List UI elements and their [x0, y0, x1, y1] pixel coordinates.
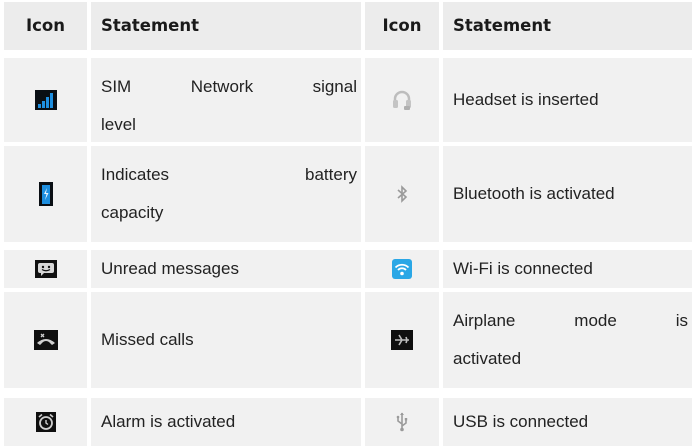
table-row-5-right-statement: USB is connected	[443, 398, 692, 446]
table-row-5-left-statement: Alarm is activated	[91, 398, 361, 446]
table-row-1-right-icon-cell	[365, 58, 439, 142]
table-row-3-left-statement: Unread messages	[91, 250, 361, 288]
airplane-icon	[391, 330, 413, 350]
statement-line-1: SIM Network signal	[101, 77, 357, 96]
table-row-1-left-icon-cell	[4, 58, 87, 142]
wifi-icon	[392, 259, 412, 279]
alarm-icon	[35, 412, 56, 432]
table-row-4-left-icon-cell	[4, 292, 87, 388]
table-row-1-right-statement: Headset is inserted	[443, 58, 692, 142]
statement-line-2: capacity	[101, 203, 164, 222]
headset-icon	[391, 89, 413, 111]
table-row-4-right-statement: Airplane mode is activated	[443, 292, 692, 388]
table-row-2-right-statement: Bluetooth is activated	[443, 146, 692, 242]
table-row-2-right-icon-cell	[365, 146, 439, 242]
header-icon-left: Icon	[4, 2, 87, 50]
statement-line-2: activated	[453, 349, 522, 368]
table-row-5-left-icon-cell	[4, 398, 87, 446]
table-row-4-left-statement: Missed calls	[91, 292, 361, 388]
table-row-3-right-icon-cell	[365, 250, 439, 288]
statement-line-1: Airplane mode is	[453, 311, 688, 330]
table-row-3-left-icon-cell	[4, 250, 87, 288]
table-row-4-right-icon-cell	[365, 292, 439, 388]
statement-line-2: level	[101, 115, 136, 134]
signal-bars-icon	[34, 90, 57, 110]
usb-icon	[395, 412, 409, 432]
statement-line-1: Indicates battery	[101, 165, 357, 184]
message-icon	[34, 260, 57, 278]
table-row-3-right-statement: Wi-Fi is connected	[443, 250, 692, 288]
table-row-2-left-statement: Indicates battery capacity	[91, 146, 361, 242]
table-row-1-left-statement: SIM Network signal level	[91, 58, 361, 142]
battery-icon	[38, 182, 53, 206]
header-statement-left: Statement	[91, 2, 361, 50]
table-row-2-left-icon-cell	[4, 146, 87, 242]
missed-call-icon	[33, 330, 58, 350]
table-row-5-right-icon-cell	[365, 398, 439, 446]
bluetooth-icon	[396, 185, 408, 203]
header-statement-right: Statement	[443, 2, 692, 50]
header-icon-right: Icon	[365, 2, 439, 50]
